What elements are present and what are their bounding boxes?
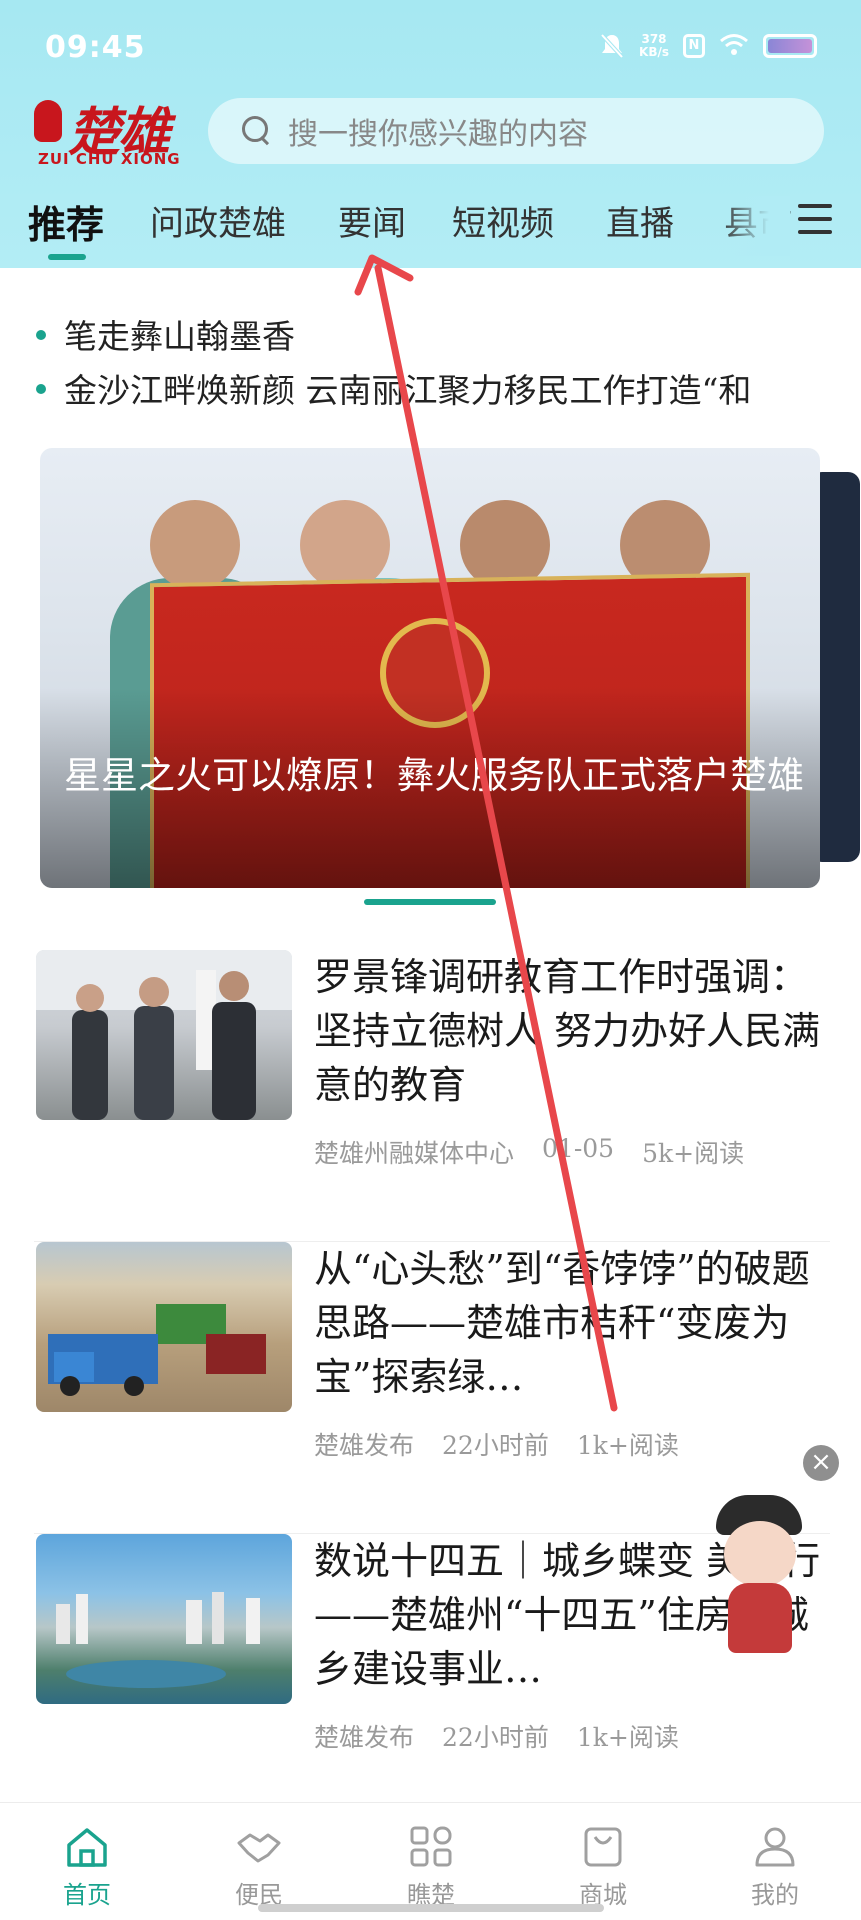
news-source: 楚雄发布 [314,1723,415,1752]
tab-recommend[interactable]: 推荐 [28,194,104,249]
shopping-bag-icon [580,1825,626,1869]
news-thumbnail [36,1534,292,1704]
logo-subtitle: ZUI CHU XIONG [38,150,181,168]
nav-home[interactable]: 首页 [32,1825,142,1910]
news-date: 22小时前 [442,1723,549,1752]
home-indicator [258,1904,604,1912]
news-date: 22小时前 [442,1431,549,1460]
search-bar[interactable]: 搜一搜你感兴趣的内容 [208,98,824,164]
logo-seal [34,100,62,142]
tab-news[interactable]: 要闻 [338,196,406,245]
news-list: 罗景锋调研教育工作时强调：坚持立德树人 努力办好人民满意的教育 楚雄州融媒体中心… [34,950,830,1826]
news-title: 从“心头愁”到“香饽饽”的破题思路——楚雄市秸秆“变废为宝”探索绿… [314,1247,810,1399]
nav-label: 首页 [63,1881,111,1909]
close-icon[interactable]: × [803,1445,839,1481]
headline-ticker: 笔走彝山翰墨香 金沙江畔焕新颜 云南丽江聚力移民工作打造“和 [32,310,832,418]
banner-caption: 星星之火可以燎原！彝火服务队正式落户楚雄 [64,754,804,797]
ticker-item[interactable]: 金沙江畔焕新颜 云南丽江聚力移民工作打造“和 [32,364,832,418]
battery-icon [763,34,817,58]
menu-icon[interactable] [798,204,836,240]
news-thumbnail [36,1242,292,1412]
banner-carousel[interactable]: 星星之火可以燎原！彝火服务队正式落户楚雄 [40,448,860,888]
news-date: 01-05 [542,1134,615,1163]
tab-wenzheng[interactable]: 问政楚雄 [150,196,286,245]
nav-services[interactable]: 便民 [204,1825,314,1910]
news-item[interactable]: 从“心头愁”到“香饽饽”的破题思路——楚雄市秸秆“变废为宝”探索绿… 楚雄发布 … [34,1242,830,1534]
app-logo[interactable]: 楚雄 ZUI CHU XIONG [32,94,192,168]
search-placeholder: 搜一搜你感兴趣的内容 [288,117,588,152]
news-item[interactable]: 罗景锋调研教育工作时强调：坚持立德树人 努力办好人民满意的教育 楚雄州融媒体中心… [34,950,830,1242]
banner-image[interactable]: 星星之火可以燎原！彝火服务队正式落户楚雄 [40,448,820,888]
search-icon [242,116,272,146]
tab-fade [720,196,790,256]
news-meta: 楚雄发布 22小时前 1k+阅读 [314,1426,679,1462]
carousel-indicator [364,899,496,905]
news-meta: 楚雄州融媒体中心 01-05 5k+阅读 [314,1134,744,1170]
status-icons: 378 KB/s N [599,32,817,60]
tab-short-video[interactable]: 短视频 [452,196,554,245]
bottom-nav: 首页 便民 瞧楚 商城 我的 [0,1802,861,1920]
tab-live[interactable]: 直播 [606,196,674,245]
status-bar: 09:45 378 KB/s N [0,0,861,96]
news-reads: 1k+阅读 [576,1431,679,1460]
news-meta: 楚雄发布 22小时前 1k+阅读 [314,1718,679,1754]
channel-tabs: 推荐 问政楚雄 要闻 短视频 直播 县市 [0,196,861,268]
status-time: 09:45 [45,30,146,65]
network-speed-unit: KB/s [639,45,669,59]
news-title: 罗景锋调研教育工作时强调：坚持立德树人 努力办好人民满意的教育 [314,955,821,1107]
handshake-icon [236,1825,282,1869]
news-reads: 5k+阅读 [642,1139,745,1168]
news-source: 楚雄发布 [314,1431,415,1460]
nav-explore[interactable]: 瞧楚 [376,1825,486,1910]
wifi-icon [719,32,749,60]
mascot-widget[interactable] [706,1495,816,1665]
news-source: 楚雄州融媒体中心 [314,1139,515,1168]
home-icon [64,1825,110,1869]
mute-icon [599,32,625,60]
news-thumbnail [36,950,292,1120]
nav-profile[interactable]: 我的 [720,1825,830,1910]
nav-label: 我的 [751,1881,799,1909]
user-icon [752,1825,798,1869]
nav-mall[interactable]: 商城 [548,1825,658,1910]
grid-icon [408,1825,454,1869]
news-reads: 1k+阅读 [576,1723,679,1752]
network-speed: 378 KB/s [639,33,669,59]
nfc-icon: N [683,34,705,58]
active-tab-indicator [48,254,86,260]
header: 楚雄 ZUI CHU XIONG 搜一搜你感兴趣的内容 [0,90,861,170]
ticker-item[interactable]: 笔走彝山翰墨香 [32,310,832,364]
